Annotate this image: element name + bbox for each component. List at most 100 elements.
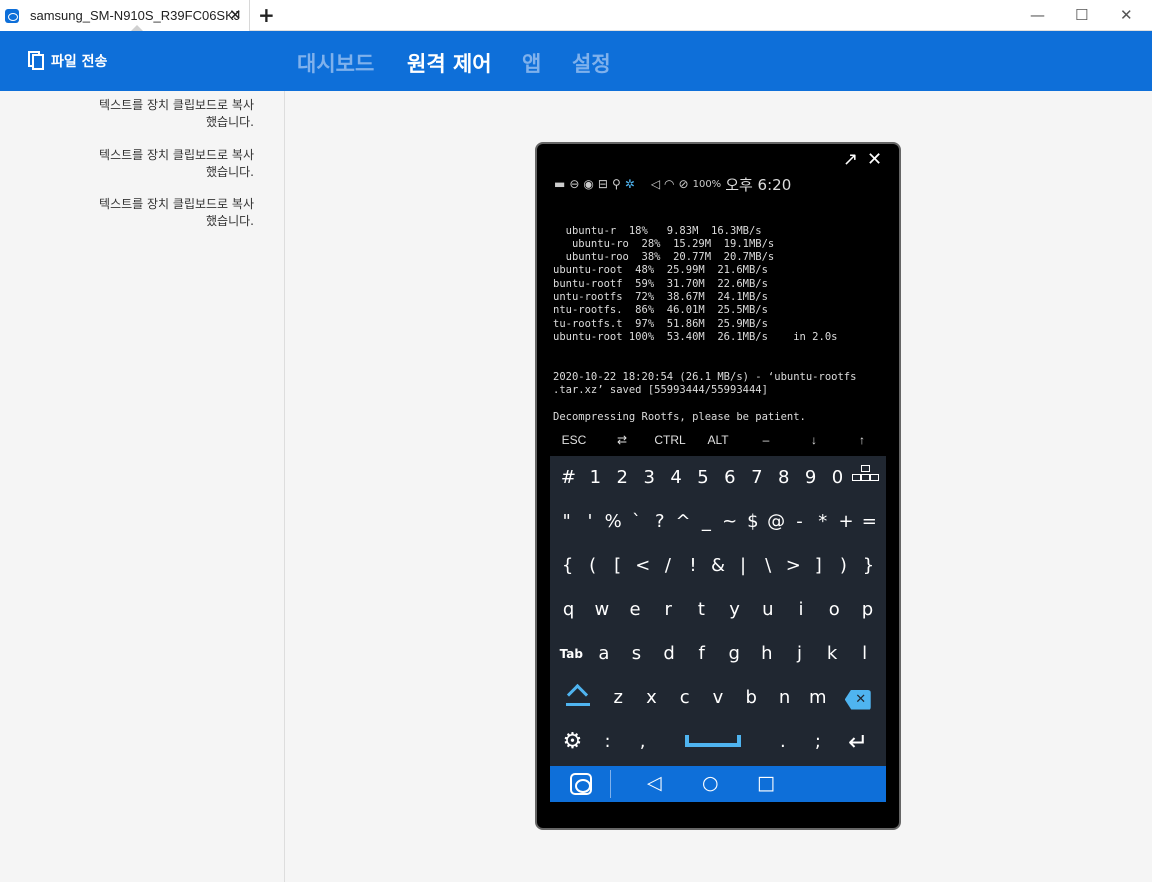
popout-icon[interactable]: ↗ <box>843 151 858 169</box>
key[interactable]: * <box>811 511 834 533</box>
new-tab-button[interactable]: + <box>258 4 275 26</box>
key[interactable]: ; <box>800 731 835 753</box>
key[interactable]: [ <box>605 555 630 577</box>
teamviewer-quick-icon[interactable] <box>570 773 592 795</box>
key[interactable]: r <box>652 599 685 621</box>
key[interactable]: n <box>768 687 801 709</box>
key[interactable]: 7 <box>743 467 770 489</box>
terminal-output[interactable]: ubuntu-r 18% 9.83M 16.3MB/s ubuntu-ro 28… <box>553 198 886 428</box>
key[interactable]: | <box>731 555 756 577</box>
key[interactable]: ' <box>578 511 601 533</box>
key[interactable]: x <box>635 687 668 709</box>
key[interactable]: % <box>602 511 625 533</box>
key[interactable]: - <box>788 511 811 533</box>
key[interactable]: { <box>555 555 580 577</box>
key[interactable]: t <box>685 599 718 621</box>
key[interactable]: 5 <box>690 467 717 489</box>
key[interactable]: > <box>781 555 806 577</box>
key[interactable]: e <box>618 599 651 621</box>
key[interactable]: @ <box>765 511 788 533</box>
backspace-key[interactable]: ✕ <box>834 687 881 710</box>
space-key[interactable] <box>660 731 765 753</box>
key[interactable]: p <box>851 599 884 621</box>
key[interactable]: ~ <box>718 511 741 533</box>
key[interactable]: u <box>751 599 784 621</box>
key[interactable]: z <box>602 687 635 709</box>
key[interactable]: ! <box>680 555 705 577</box>
extra-key-down[interactable]: ↓ <box>790 433 838 447</box>
key[interactable]: v <box>701 687 734 709</box>
key[interactable]: ] <box>806 555 831 577</box>
extra-key-up[interactable]: ↑ <box>838 433 886 447</box>
extra-key-esc[interactable]: ESC <box>550 433 598 447</box>
extra-key-tab[interactable]: ⇄ <box>598 433 646 447</box>
key[interactable]: j <box>783 643 816 665</box>
close-window-button[interactable]: ✕ <box>1120 7 1133 23</box>
key[interactable]: c <box>668 687 701 709</box>
key[interactable]: : <box>590 731 625 753</box>
key[interactable]: = <box>858 511 881 533</box>
android-recent-button[interactable]: □ <box>757 772 775 794</box>
key[interactable]: / <box>655 555 680 577</box>
key[interactable]: ) <box>831 555 856 577</box>
key[interactable]: g <box>718 643 751 665</box>
key[interactable]: 4 <box>663 467 690 489</box>
key[interactable]: s <box>620 643 653 665</box>
key[interactable]: 3 <box>636 467 663 489</box>
key[interactable]: " <box>555 511 578 533</box>
key[interactable]: o <box>818 599 851 621</box>
key[interactable]: _ <box>695 511 718 533</box>
android-back-button[interactable]: ◁ <box>647 772 662 794</box>
key[interactable]: \ <box>756 555 781 577</box>
session-tab[interactable]: samsung_SM-N910S_R39FC06SKJ ✕ <box>0 0 250 31</box>
enter-key[interactable]: ↵ <box>835 730 881 754</box>
key[interactable]: 6 <box>716 467 743 489</box>
key[interactable]: 2 <box>609 467 636 489</box>
tab-key[interactable]: Tab <box>555 643 588 665</box>
maximize-button[interactable]: ☐ <box>1075 7 1088 23</box>
key[interactable]: y <box>718 599 751 621</box>
key[interactable]: ( <box>580 555 605 577</box>
key[interactable]: w <box>585 599 618 621</box>
key[interactable]: k <box>816 643 849 665</box>
key[interactable]: & <box>705 555 730 577</box>
key[interactable]: 9 <box>797 467 824 489</box>
key[interactable]: l <box>848 643 881 665</box>
key[interactable]: i <box>784 599 817 621</box>
keyboard-layout-icon[interactable] <box>851 465 881 491</box>
key[interactable]: 0 <box>824 467 851 489</box>
key[interactable]: ` <box>625 511 648 533</box>
tab-remote-control[interactable]: 원격 제어 <box>407 51 492 77</box>
extra-key-alt[interactable]: ALT <box>694 433 742 447</box>
tab-dashboard[interactable]: 대시보드 <box>297 51 374 77</box>
close-remote-icon[interactable]: ✕ <box>867 151 882 169</box>
key[interactable]: # <box>555 467 582 489</box>
key[interactable]: < <box>630 555 655 577</box>
extra-key-dash[interactable]: – <box>742 433 790 447</box>
key[interactable]: + <box>834 511 857 533</box>
key[interactable]: } <box>856 555 881 577</box>
key[interactable]: , <box>625 731 660 753</box>
extra-key-ctrl[interactable]: CTRL <box>646 433 694 447</box>
key[interactable]: b <box>735 687 768 709</box>
remote-screen[interactable]: ▬ ⊖ ◉ ⊟ ⚲ ✲ ◁ ◠ ⊘ 100% 오후 6:20 ubuntu-r … <box>550 170 886 806</box>
settings-gear-icon[interactable]: ⚙ <box>555 731 590 753</box>
key[interactable]: . <box>765 731 800 753</box>
file-transfer-button[interactable]: 파일 전송 <box>28 51 107 71</box>
key[interactable]: m <box>801 687 834 709</box>
key[interactable]: $ <box>741 511 764 533</box>
tab-close-icon[interactable]: ✕ <box>229 7 242 23</box>
minimize-button[interactable]: — <box>1030 7 1045 23</box>
android-home-button[interactable]: ○ <box>702 772 719 794</box>
key[interactable]: q <box>552 599 585 621</box>
key[interactable]: a <box>588 643 621 665</box>
key[interactable]: d <box>653 643 686 665</box>
key[interactable]: 1 <box>582 467 609 489</box>
shift-key[interactable] <box>555 683 602 713</box>
key[interactable]: 8 <box>770 467 797 489</box>
key[interactable]: ? <box>648 511 671 533</box>
key[interactable]: h <box>751 643 784 665</box>
key[interactable]: ^ <box>671 511 694 533</box>
tab-settings[interactable]: 설정 <box>572 51 611 77</box>
tab-apps[interactable]: 앱 <box>522 51 541 77</box>
